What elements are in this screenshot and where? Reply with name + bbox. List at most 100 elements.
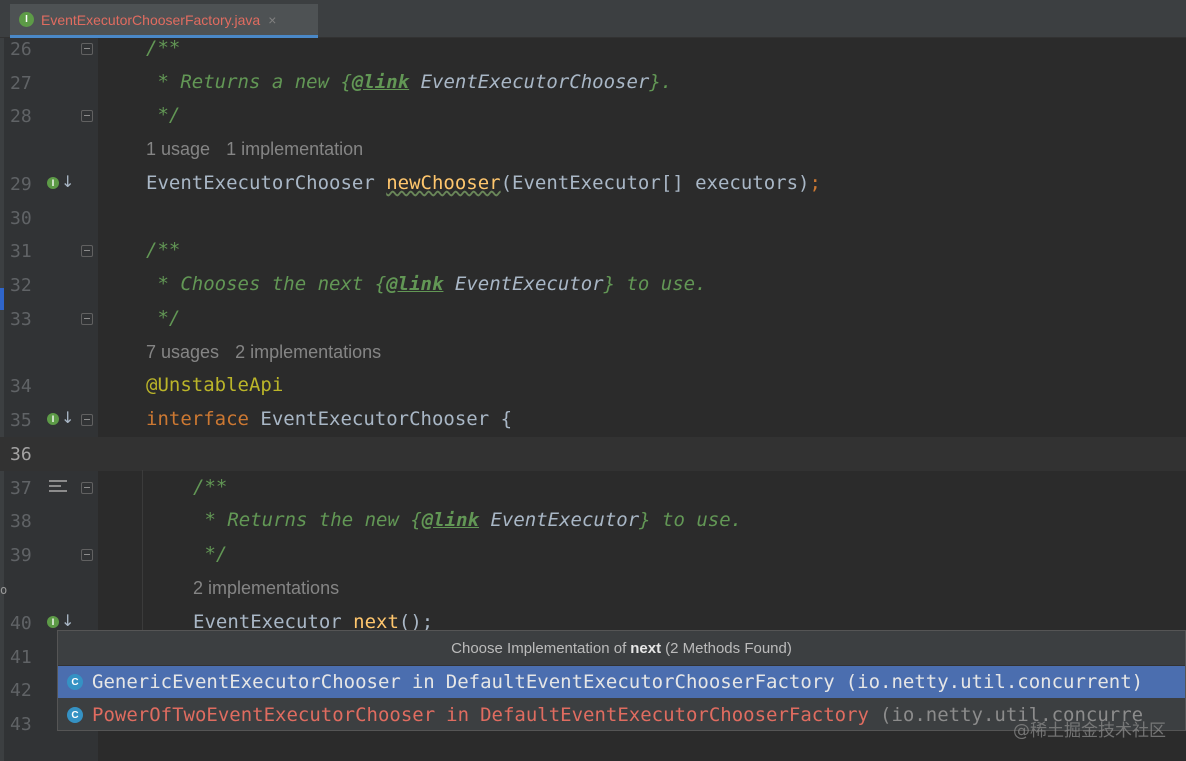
arrow-down-icon[interactable]: ↓ (61, 408, 74, 427)
code-vision-hint[interactable]: 7 usages 2 implementations (146, 342, 397, 363)
usages-hint[interactable]: 7 usages (146, 342, 219, 362)
implemented-icon[interactable]: I (47, 177, 59, 189)
code-text: */ (146, 104, 181, 126)
fold-icon[interactable] (81, 43, 93, 55)
package-name: (io.netty.util.concurrent) (845, 671, 1144, 693)
line-number: 31 (10, 241, 32, 262)
tab-title: EventExecutorChooserFactory.java (41, 11, 261, 28)
javadoc-ref[interactable]: EventExecutor (479, 509, 639, 531)
comment-text: * Chooses the next (146, 273, 375, 295)
interface-file-icon: I (19, 12, 34, 27)
code-line-32[interactable]: 32 * Chooses the next {@link EventExecut… (0, 268, 1186, 302)
code-text: /** (146, 37, 181, 59)
popup-title-method: next (630, 639, 662, 657)
code-text: * Returns a new {@link EventExecutorChoo… (146, 71, 672, 93)
fold-icon[interactable] (81, 482, 93, 494)
in-keyword: in (446, 704, 470, 726)
line-number: 34 (10, 376, 32, 397)
popup-title-prefix: Choose Implementation of (451, 639, 627, 657)
in-keyword: in (411, 671, 435, 693)
fold-icon[interactable] (81, 414, 93, 426)
render-doc-icon[interactable] (49, 480, 67, 494)
code-line-28[interactable]: 28 */ (0, 99, 1186, 133)
code-text: interface EventExecutorChooser { (146, 408, 512, 430)
fold-icon[interactable] (81, 549, 93, 561)
implementations-hint[interactable]: 2 implementations (235, 342, 381, 362)
code-line-26[interactable]: 26 /** (0, 32, 1186, 66)
comment-text: * Returns the new (193, 509, 411, 531)
javadoc-ref[interactable]: EventExecutor (443, 273, 604, 295)
popup-title: Choose Implementation of next (2 Methods… (58, 631, 1185, 666)
code-line-37[interactable]: 37 /** (0, 471, 1186, 505)
watermark: @稀土掘金技术社区 (1013, 721, 1166, 741)
code-line-33[interactable]: 33 */ (0, 302, 1186, 336)
line-number: 29 (10, 174, 32, 195)
code-text: /** (146, 239, 181, 261)
class-icon: C (67, 707, 83, 723)
fold-icon[interactable] (81, 110, 93, 122)
line-number: 36 (10, 444, 32, 465)
code-text: */ (146, 307, 181, 329)
comment-text: to use. (650, 509, 743, 531)
implemented-icon[interactable]: I (47, 616, 59, 628)
implementation-item[interactable]: C GenericEventExecutorChooser in Default… (58, 666, 1185, 698)
line-number: 32 (10, 275, 32, 296)
implementation-name: PowerOfTwoEventExecutorChooser (92, 704, 436, 726)
line-number: 28 (10, 106, 32, 127)
annotation[interactable]: @UnstableApi (146, 374, 283, 396)
line-number: 33 (10, 309, 32, 330)
code-line-34[interactable]: 34 @UnstableApi (0, 369, 1186, 403)
brace: { (374, 273, 387, 295)
code-text: EventExecutorChooser newChooser(EventExe… (146, 172, 821, 194)
code-line-36[interactable]: 36 (0, 437, 1186, 471)
parameters: (EventExecutor[] executors) (500, 172, 810, 194)
javadoc-ref[interactable]: EventExecutorChooser (409, 71, 650, 93)
tool-window-char: o (0, 583, 8, 597)
line-number: 26 (10, 39, 32, 60)
implemented-icon[interactable]: I (47, 413, 59, 425)
comment-text: to use. (615, 273, 707, 295)
fold-icon[interactable] (81, 245, 93, 257)
brace: { (340, 71, 352, 93)
javadoc-tag[interactable]: @link (422, 509, 479, 531)
fold-icon[interactable] (81, 313, 93, 325)
line-number: 30 (10, 208, 32, 229)
arrow-down-icon[interactable]: ↓ (61, 611, 74, 630)
code-line-39[interactable]: 39 */ (0, 538, 1186, 572)
line-number: 43 (10, 714, 32, 735)
javadoc-tag[interactable]: @link (352, 71, 409, 93)
return-type: EventExecutorChooser (146, 172, 387, 194)
code-line-35[interactable]: 35 I ↓ interface EventExecutorChooser { (0, 403, 1186, 437)
brace: { (410, 509, 422, 531)
keyword: interface (146, 408, 249, 430)
code-line-27[interactable]: 27 * Returns a new {@link EventExecutorC… (0, 66, 1186, 100)
container-class: DefaultEventExecutorChooserFactory (480, 704, 869, 726)
class-icon: C (67, 674, 83, 690)
code-vision-hint[interactable]: 1 usage 1 implementation (146, 139, 379, 160)
semicolon: ; (809, 172, 821, 194)
code-line-30[interactable]: 30 (0, 201, 1186, 235)
arrow-down-icon[interactable]: ↓ (61, 172, 74, 191)
line-number: 39 (10, 545, 32, 566)
implementations-hint[interactable]: 2 implementations (193, 578, 339, 598)
code-line-38[interactable]: 38 * Returns the new {@link EventExecuto… (0, 504, 1186, 538)
code-text: * Chooses the next {@link EventExecutor}… (146, 273, 707, 295)
line-number: 40 (10, 613, 32, 634)
line-number: 27 (10, 73, 32, 94)
popup-title-suffix: (2 Methods Found) (665, 639, 792, 657)
interface-declaration[interactable]: EventExecutorChooser { (249, 408, 512, 430)
usages-hint[interactable]: 1 usage (146, 139, 210, 159)
code-text: * Returns the new {@link EventExecutor} … (193, 509, 742, 531)
close-icon[interactable]: × (268, 12, 276, 28)
code-line-31[interactable]: 31 /** (0, 234, 1186, 268)
implementations-hint[interactable]: 1 implementation (226, 139, 363, 159)
code-line-29[interactable]: 29 I ↓ EventExecutorChooser newChooser(E… (0, 167, 1186, 201)
line-number: 35 (10, 410, 32, 431)
method-name[interactable]: newChooser (386, 172, 500, 194)
comment-text: . (660, 71, 673, 93)
code-vision-hint[interactable]: 2 implementations (193, 578, 355, 599)
javadoc-tag[interactable]: @link (386, 273, 443, 295)
code-text: */ (193, 543, 228, 565)
code-text: /** (193, 476, 228, 498)
line-number: 38 (10, 511, 32, 532)
